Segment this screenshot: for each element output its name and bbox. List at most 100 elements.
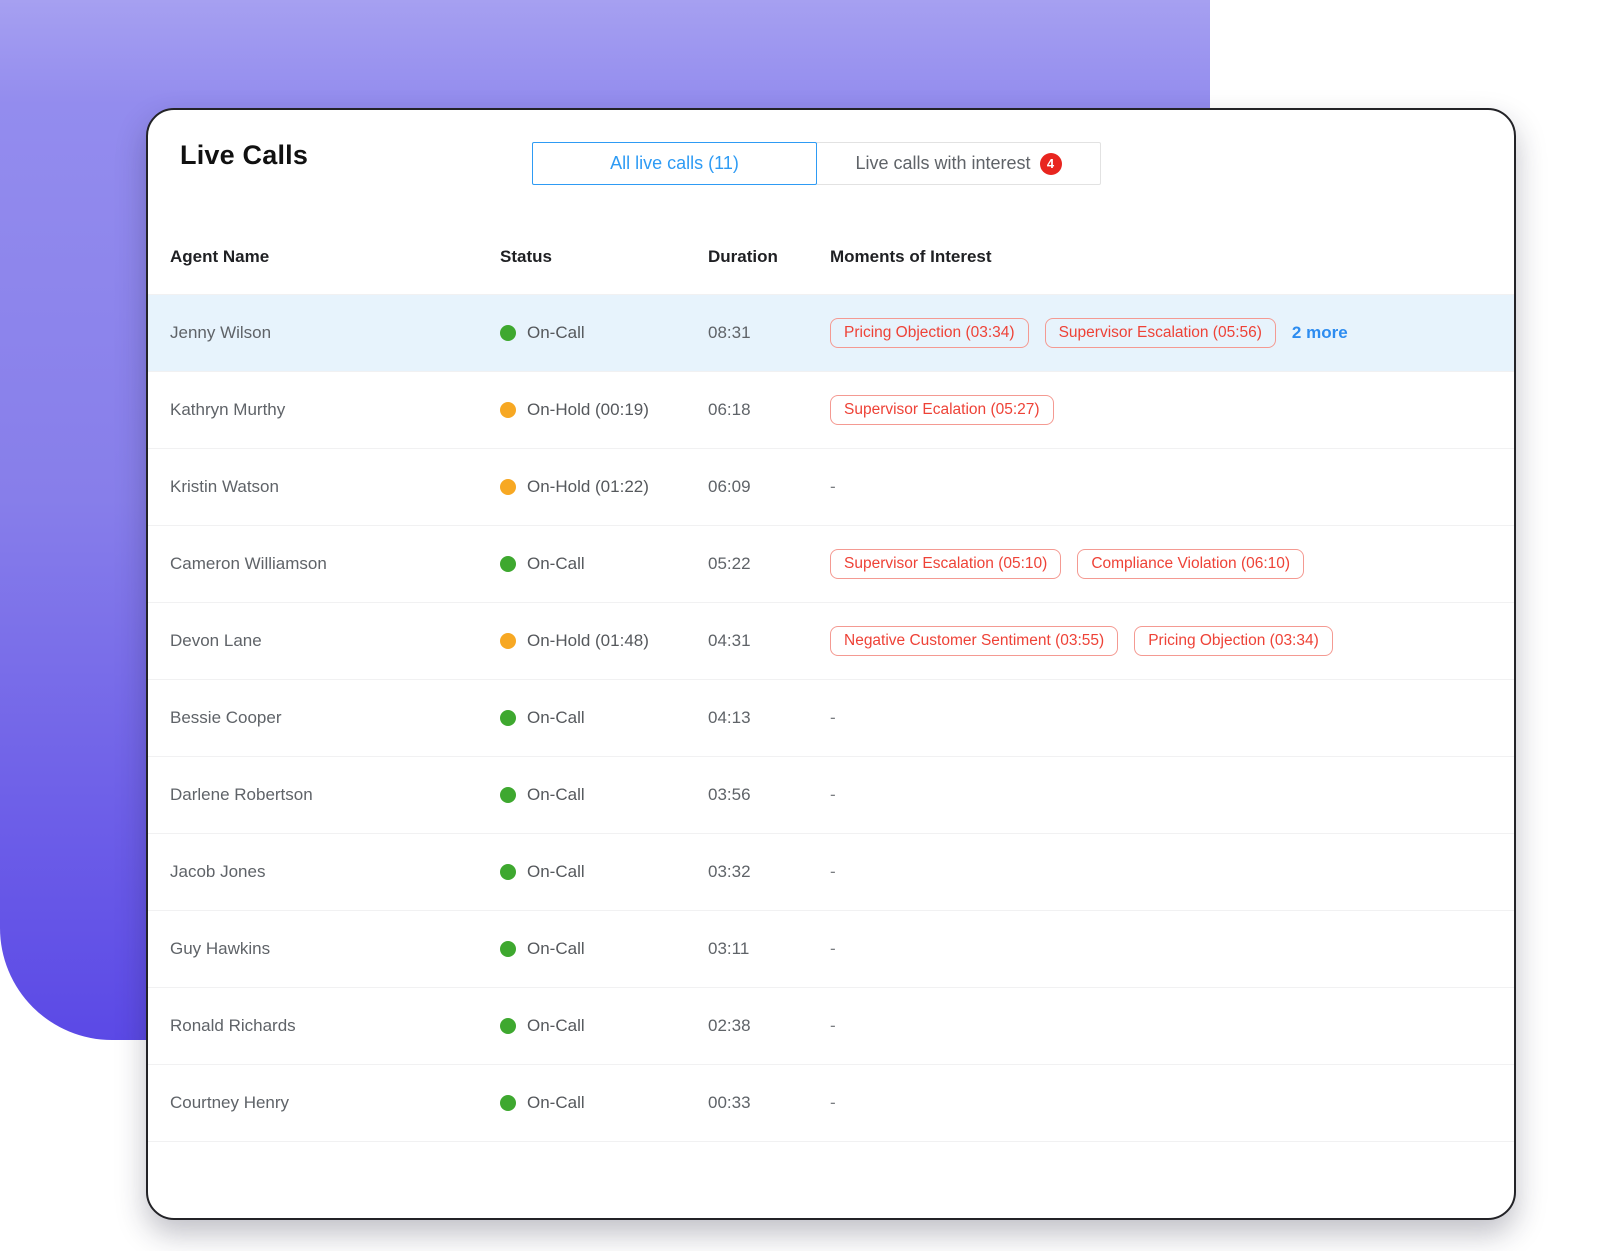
table-header-row: Agent Name Status Duration Moments of In…	[148, 220, 1514, 295]
agent-name-cell: Devon Lane	[170, 631, 262, 650]
status-dot-icon	[500, 402, 516, 418]
moment-badge[interactable]: Supervisor Escalation (05:10)	[830, 549, 1062, 579]
agent-name-cell: Jacob Jones	[170, 862, 266, 881]
duration-cell: 04:13	[708, 708, 751, 727]
status-dot-icon	[500, 710, 516, 726]
status-text: On-Call	[527, 554, 585, 573]
status-cell: On-Call	[500, 708, 708, 728]
moments-cell: -	[830, 1093, 1492, 1113]
duration-cell: 03:11	[708, 939, 750, 958]
duration-cell: 03:56	[708, 785, 751, 804]
table-row[interactable]: Bessie Cooper On-Call 04:13 -	[148, 680, 1514, 757]
duration-cell: 03:32	[708, 862, 751, 881]
status-cell: On-Call	[500, 939, 708, 959]
table-row[interactable]: Jacob Jones On-Call 03:32 -	[148, 834, 1514, 911]
status-cell: On-Call	[500, 1016, 708, 1036]
moments-cell: -	[830, 477, 1492, 497]
no-moments-placeholder: -	[830, 785, 836, 804]
no-moments-placeholder: -	[830, 862, 836, 881]
moments-cell: -	[830, 1016, 1492, 1036]
status-dot-icon	[500, 479, 516, 495]
moment-badge[interactable]: Compliance Violation (06:10)	[1077, 549, 1305, 579]
status-cell: On-Call	[500, 323, 708, 343]
moments-cell: -	[830, 708, 1492, 728]
status-cell: On-Call	[500, 1093, 708, 1113]
live-calls-panel: Live Calls All live calls (11) Live call…	[146, 108, 1516, 1220]
status-dot-icon	[500, 1095, 516, 1111]
column-header-status: Status	[500, 247, 552, 266]
agent-name-cell: Kristin Watson	[170, 477, 279, 496]
tab-group: All live calls (11) Live calls with inte…	[532, 142, 1101, 185]
agent-name-cell: Courtney Henry	[170, 1093, 290, 1112]
moments-cell: -	[830, 862, 1492, 882]
status-dot-icon	[500, 941, 516, 957]
status-dot-icon	[500, 787, 516, 803]
moments-cell: Pricing Objection (03:34) Supervisor Esca…	[830, 318, 1492, 348]
tab-all-live-calls[interactable]: All live calls (11)	[532, 142, 817, 185]
moments-cell: Supervisor Escalation (05:10) Compliance …	[830, 549, 1492, 579]
agent-name-cell: Guy Hawkins	[170, 939, 271, 958]
duration-cell: 02:38	[708, 1016, 751, 1035]
moment-badge[interactable]: Pricing Objection (03:34)	[1134, 626, 1333, 656]
moments-cell: Supervisor Ecalation (05:27)	[830, 395, 1492, 425]
duration-cell: 06:18	[708, 400, 751, 419]
status-text: On-Call	[527, 1093, 585, 1112]
agent-name-cell: Ronald Richards	[170, 1016, 296, 1035]
column-header-duration: Duration	[708, 247, 778, 266]
status-text: On-Hold (01:22)	[527, 477, 649, 496]
moment-badge[interactable]: Pricing Objection (03:34)	[830, 318, 1029, 348]
panel-header: Live Calls All live calls (11) Live call…	[148, 110, 1514, 220]
status-dot-icon	[500, 556, 516, 572]
no-moments-placeholder: -	[830, 708, 836, 727]
no-moments-placeholder: -	[830, 477, 836, 496]
agent-name-cell: Jenny Wilson	[170, 323, 272, 342]
agent-name-cell: Darlene Robertson	[170, 785, 313, 804]
moments-cell: Negative Customer Sentiment (03:55) Prici…	[830, 626, 1492, 656]
column-header-moments: Moments of Interest	[830, 247, 992, 266]
status-cell: On-Hold (01:22)	[500, 477, 708, 497]
table-row[interactable]: Ronald Richards On-Call 02:38 -	[148, 988, 1514, 1065]
table-row[interactable]: Guy Hawkins On-Call 03:11 -	[148, 911, 1514, 988]
table-row[interactable]: Devon Lane On-Hold (01:48) 04:31 Negativ…	[148, 603, 1514, 680]
status-text: On-Call	[527, 708, 585, 727]
status-cell: On-Call	[500, 554, 708, 574]
no-moments-placeholder: -	[830, 1016, 836, 1035]
status-dot-icon	[500, 864, 516, 880]
no-moments-placeholder: -	[830, 939, 836, 958]
status-cell: On-Hold (01:48)	[500, 631, 708, 651]
status-text: On-Call	[527, 939, 585, 958]
status-dot-icon	[500, 325, 516, 341]
tab-all-live-calls-label: All live calls (11)	[610, 153, 739, 173]
duration-cell: 00:33	[708, 1093, 751, 1112]
moment-badge[interactable]: Negative Customer Sentiment (03:55)	[830, 626, 1119, 656]
status-dot-icon	[500, 633, 516, 649]
status-text: On-Call	[527, 862, 585, 881]
agent-name-cell: Kathryn Murthy	[170, 400, 286, 419]
agent-name-cell: Bessie Cooper	[170, 708, 282, 727]
table-row[interactable]: Jenny Wilson On-Call 08:31 Pricing Objec…	[148, 295, 1514, 372]
tab-live-calls-with-interest[interactable]: Live calls with interest 4	[816, 142, 1101, 185]
status-text: On-Hold (00:19)	[527, 400, 649, 419]
no-moments-placeholder: -	[830, 1093, 836, 1112]
table-row[interactable]: Darlene Robertson On-Call 03:56 -	[148, 757, 1514, 834]
duration-cell: 04:31	[708, 631, 751, 650]
table-row[interactable]: Kathryn Murthy On-Hold (00:19) 06:18 Sup…	[148, 372, 1514, 449]
agent-name-cell: Cameron Williamson	[170, 554, 327, 573]
status-cell: On-Call	[500, 785, 708, 805]
moment-badge[interactable]: Supervisor Ecalation (05:27)	[830, 395, 1054, 425]
status-text: On-Call	[527, 1016, 585, 1035]
status-text: On-Call	[527, 785, 585, 804]
table-row[interactable]: Cameron Williamson On-Call 05:22 Supervi…	[148, 526, 1514, 603]
status-text: On-Hold (01:48)	[527, 631, 649, 650]
status-text: On-Call	[527, 323, 585, 342]
moment-badge[interactable]: Supervisor Escalation (05:56)	[1044, 318, 1276, 348]
page-title: Live Calls	[180, 140, 309, 170]
column-header-agent-name: Agent Name	[170, 247, 270, 266]
more-moments-link[interactable]: 2 more	[1292, 323, 1348, 343]
status-cell: On-Hold (00:19)	[500, 400, 708, 420]
table-row[interactable]: Courtney Henry On-Call 00:33 -	[148, 1065, 1514, 1142]
duration-cell: 06:09	[708, 477, 751, 496]
table-row[interactable]: Kristin Watson On-Hold (01:22) 06:09 -	[148, 449, 1514, 526]
moments-cell: -	[830, 939, 1492, 959]
moments-cell: -	[830, 785, 1492, 805]
